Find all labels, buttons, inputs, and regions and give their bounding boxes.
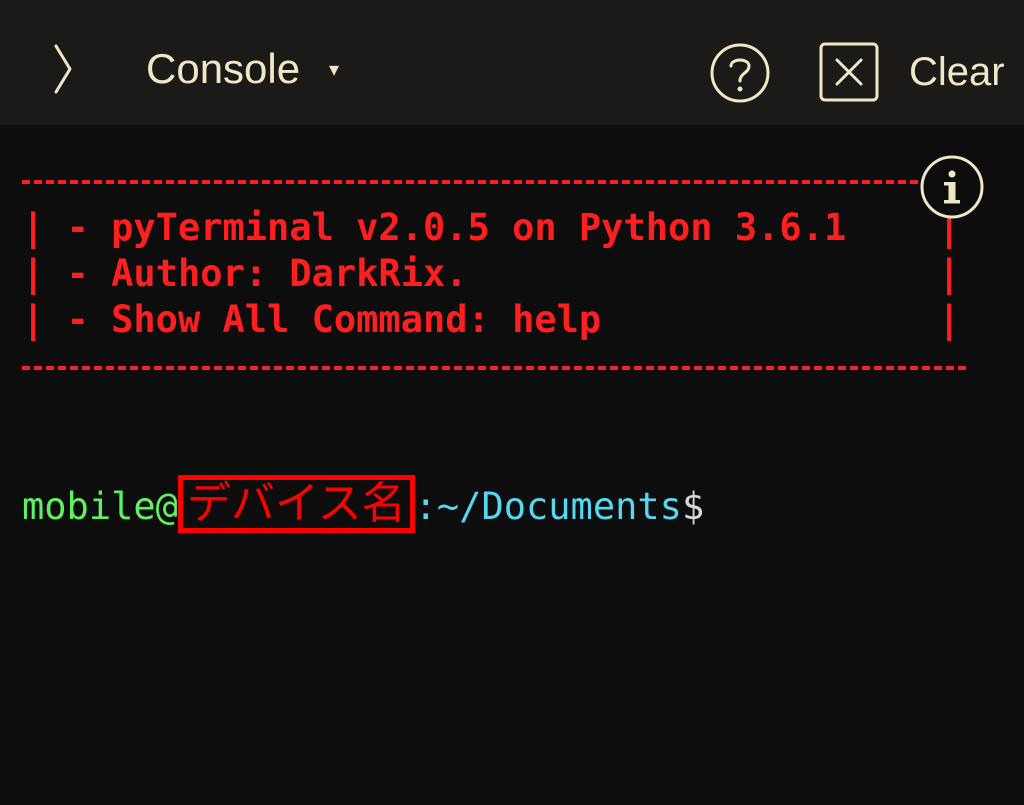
- banner-version-text: - pyTerminal v2.0.5 on Python 3.6.1: [66, 206, 847, 249]
- chevron-right-icon[interactable]: [48, 42, 78, 96]
- info-circle-icon[interactable]: [919, 154, 985, 220]
- prompt-path: :~/Documents: [414, 485, 682, 528]
- close-square-icon[interactable]: [819, 42, 879, 102]
- prompt-symbol: $: [681, 485, 705, 528]
- banner-line-version: | - pyTerminal v2.0.5 on Python 3.6.1: [22, 205, 846, 251]
- banner-top-border: [22, 180, 966, 184]
- banner-pipe: |: [22, 298, 45, 341]
- banner-author-text: - Author: DarkRix.: [66, 252, 468, 295]
- banner-pipe: |: [22, 206, 45, 249]
- banner-help-text: - Show All Command: help: [66, 298, 602, 341]
- prompt-host-redacted: デバイス名: [177, 474, 415, 533]
- banner-line-author: | - Author: DarkRix.: [22, 251, 468, 297]
- banner-line-help: | - Show All Command: help: [22, 297, 601, 343]
- toolbar: Console ▾ Clear: [0, 0, 1024, 125]
- banner-right-pipe: |: [938, 298, 961, 341]
- banner-bottom-border: [22, 366, 966, 370]
- console-dropdown-caret-icon[interactable]: ▾: [329, 58, 339, 82]
- command-prompt[interactable]: mobile@ デバイス名:~/Documents$: [22, 474, 705, 534]
- prompt-user: mobile@: [22, 485, 178, 528]
- clear-button[interactable]: Clear: [909, 48, 1005, 96]
- banner-right-pipe: |: [938, 252, 961, 295]
- question-circle-icon[interactable]: [709, 42, 771, 104]
- console-title[interactable]: Console: [146, 44, 300, 94]
- banner-pipe: |: [22, 252, 45, 295]
